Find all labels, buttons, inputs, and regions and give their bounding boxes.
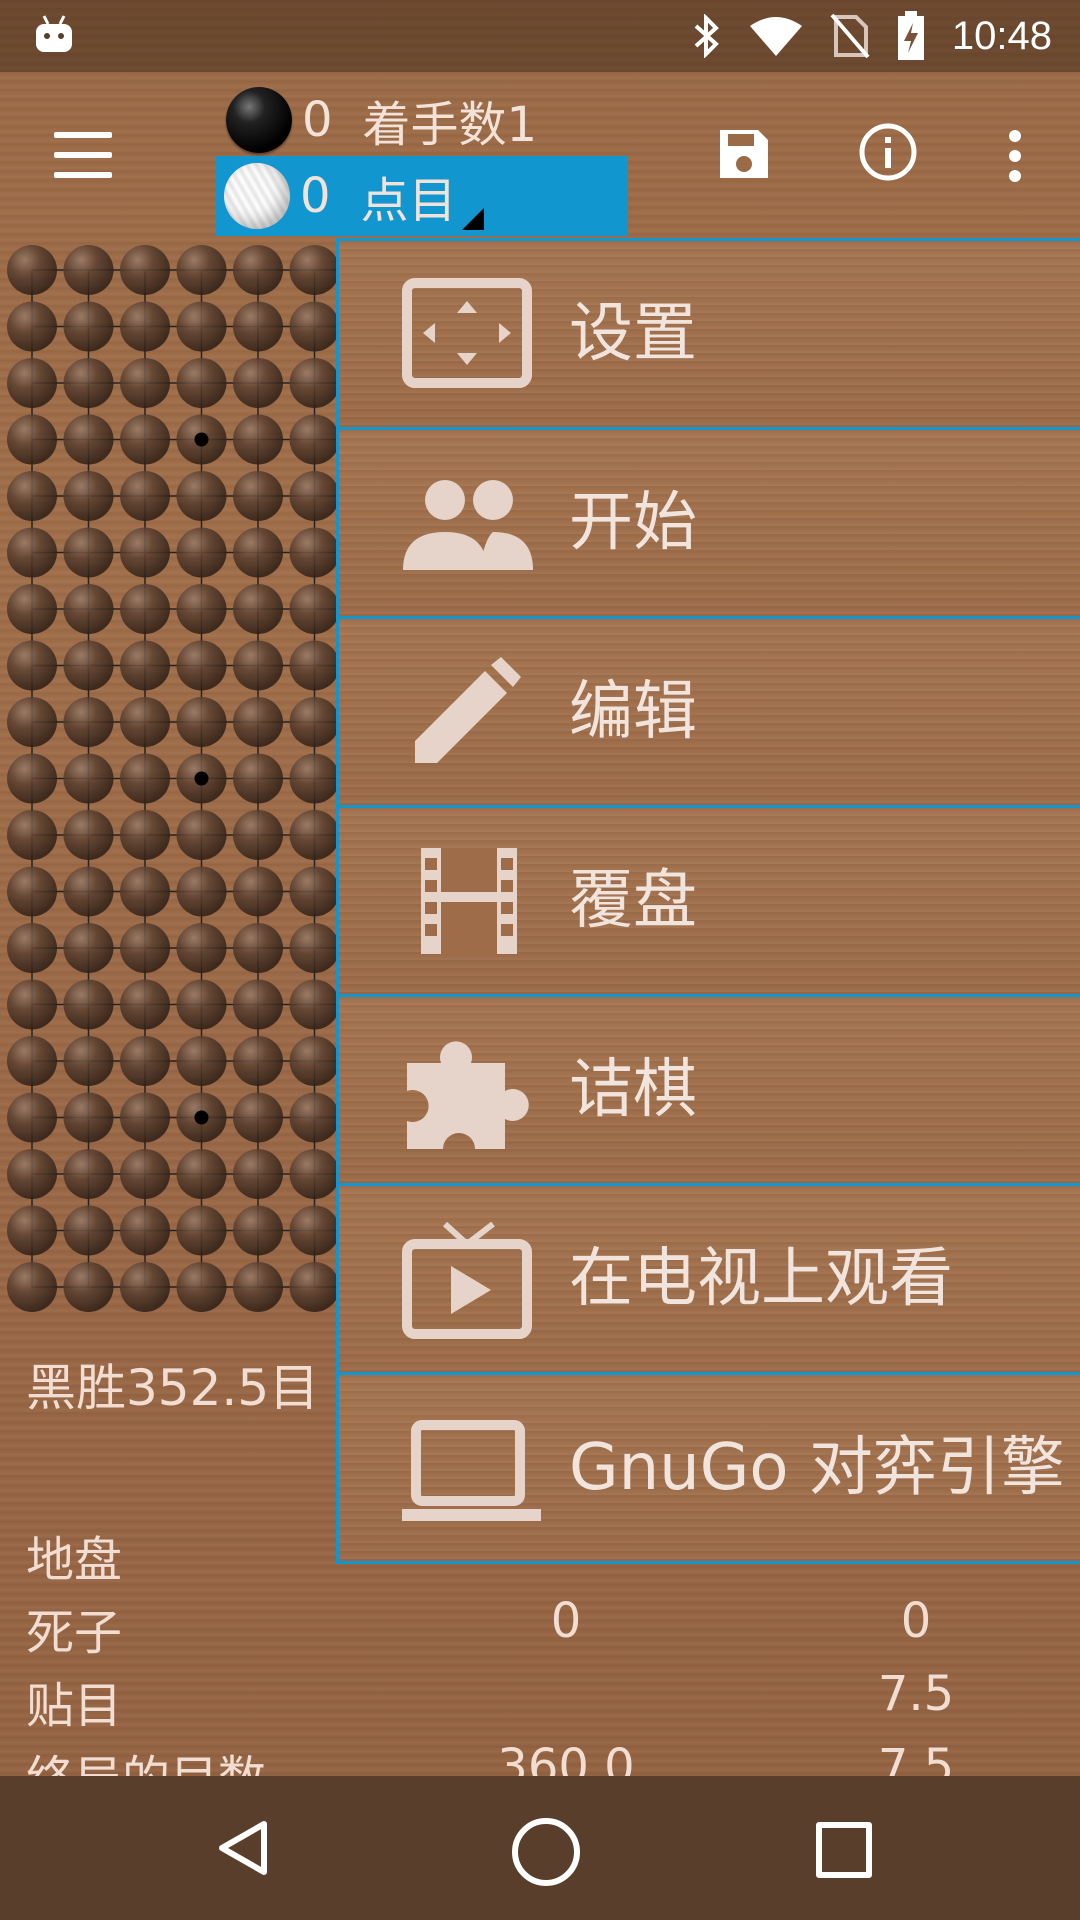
menu-label: 开始 (569, 486, 697, 560)
menu-label: 诘棋 (569, 1053, 697, 1127)
battery-charging-icon (897, 11, 924, 60)
overflow-menu-icon[interactable] (1004, 128, 1026, 184)
back-icon[interactable] (214, 1818, 274, 1878)
save-icon[interactable] (716, 126, 772, 182)
menu-item-edit[interactable]: 编辑 (336, 616, 1080, 805)
no-sim-icon (830, 13, 870, 59)
laptop-icon (402, 1420, 541, 1521)
mode-label: 点目 (360, 173, 457, 229)
menu-item-start[interactable]: 开始 (336, 427, 1080, 616)
app-bar: 0 着手数1 0 点目 (0, 72, 1080, 238)
clock: 10:48 (951, 13, 1052, 58)
menu-item-review[interactable]: 覆盘 (336, 805, 1080, 994)
fullscreen-icon (402, 278, 532, 388)
puzzle-icon (407, 1041, 529, 1149)
score-label: 贴目 (26, 1678, 123, 1734)
hamburger-menu-button[interactable] (54, 132, 112, 178)
menu-label: 在电视上观看 (569, 1242, 953, 1316)
score-row-prisoners: 死子 0 0 (26, 1593, 1056, 1666)
board-grid (7, 245, 340, 1312)
menu-item-watch-on-tv[interactable]: 在电视上观看 (336, 1183, 1080, 1372)
score-label: 地盘 (26, 1532, 123, 1588)
android-debug-icon (36, 15, 72, 52)
white-score: 0 (900, 1593, 932, 1649)
bluetooth-icon (694, 14, 719, 58)
menu-item-gnugo[interactable]: GnuGo 对弈引擎 (336, 1372, 1080, 1564)
status-bar: 10:48 (0, 0, 1080, 72)
white-score: 7.5 (877, 1666, 955, 1722)
white-stone-icon (224, 163, 290, 229)
wifi-icon (749, 17, 802, 56)
white-captures: 0 (300, 168, 331, 224)
go-board[interactable] (0, 238, 340, 1318)
black-stone-icon (226, 87, 292, 153)
info-icon[interactable] (858, 122, 918, 182)
black-player-row: 0 着手数1 (218, 80, 537, 160)
pencil-icon (415, 657, 521, 763)
menu-label: 编辑 (569, 675, 697, 749)
score-row-komi: 贴目 7.5 (26, 1666, 1056, 1739)
people-icon (403, 480, 533, 570)
menu-label: 设置 (569, 297, 697, 371)
navigation-drawer: 设置 开始 编辑 覆盘 诘棋 在电视上观看 GnuGo 对弈引擎 (336, 238, 1080, 1564)
score-label: 死子 (26, 1605, 123, 1661)
tv-play-icon (402, 1222, 532, 1339)
menu-item-tsumego[interactable]: 诘棋 (336, 994, 1080, 1183)
menu-label: GnuGo 对弈引擎 (569, 1431, 1065, 1505)
system-navigation-bar (0, 1776, 1080, 1920)
film-icon (421, 848, 517, 954)
move-count-label: 着手数1 (362, 97, 538, 153)
game-result: 黑胜352.5目 (26, 1359, 320, 1417)
black-captures: 0 (302, 92, 333, 148)
menu-label: 覆盘 (569, 864, 697, 938)
home-icon[interactable] (512, 1818, 580, 1886)
recents-icon[interactable] (816, 1822, 872, 1878)
dropdown-triangle-icon (462, 208, 484, 230)
menu-item-settings[interactable]: 设置 (336, 238, 1080, 427)
mode-dropdown[interactable]: 0 点目 (216, 156, 628, 236)
black-score: 0 (550, 1593, 582, 1649)
